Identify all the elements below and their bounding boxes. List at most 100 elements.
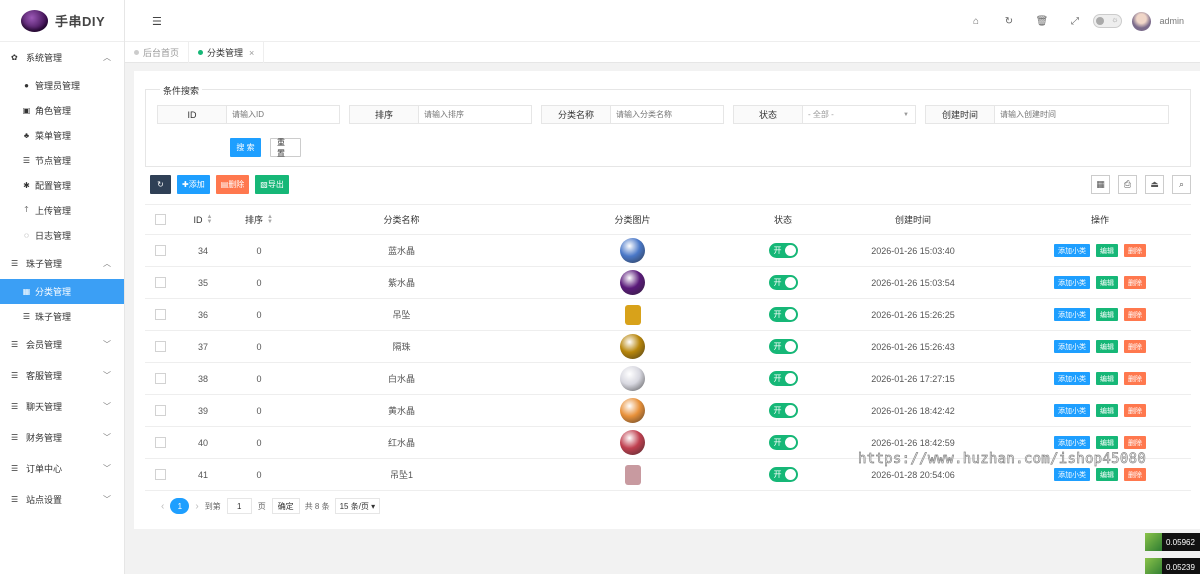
white-crystal-bead-thumbnail[interactable]	[620, 366, 645, 391]
sidebar-item-admin[interactable]: ● 管理员管理	[0, 73, 124, 98]
add-subcategory-button[interactable]: 添加小类	[1054, 436, 1090, 449]
sidebar-group-orders[interactable]: ☰ 订单中心 ﹀	[0, 453, 124, 484]
delete-button[interactable]: ▤ 删除	[215, 175, 250, 194]
sidebar-item-node[interactable]: ☰ 节点管理	[0, 148, 124, 173]
column-id[interactable]: ID ▲ ▼	[175, 205, 231, 234]
status-switch[interactable]: 开	[768, 371, 798, 386]
charm-pendant-thumbnail[interactable]	[624, 464, 641, 485]
theme-toggle[interactable]	[1093, 14, 1123, 28]
search-button[interactable]: 搜 索	[230, 138, 261, 157]
gold-spacer-bead-thumbnail[interactable]	[620, 334, 645, 359]
id-input[interactable]	[227, 106, 339, 123]
username[interactable]: admin	[1159, 16, 1184, 26]
sidebar-group-service[interactable]: ☰ 客服管理 ﹀	[0, 360, 124, 391]
edit-button[interactable]: 编辑	[1096, 308, 1118, 321]
add-subcategory-button[interactable]: 添加小类	[1054, 372, 1090, 385]
status-select[interactable]: - 全部 - ▼	[803, 106, 915, 123]
select-all-checkbox[interactable]	[154, 214, 166, 225]
refresh-icon[interactable]: ↻	[992, 16, 1025, 27]
goto-page-input[interactable]: 1	[226, 498, 252, 514]
table-row[interactable]: 37 0 隔珠 开 2026-01-26 15:26:43 添加小类 编辑 删除	[145, 331, 1191, 363]
home-icon[interactable]: ⌂	[959, 16, 992, 27]
sidebar-item-upload[interactable]: 🡑 上传管理	[0, 198, 124, 223]
citrine-bead-thumbnail[interactable]	[620, 398, 645, 423]
row-checkbox[interactable]	[154, 373, 166, 384]
goto-confirm-button[interactable]: 确定	[271, 498, 300, 514]
add-subcategory-button[interactable]: 添加小类	[1054, 244, 1090, 257]
row-checkbox[interactable]	[154, 245, 166, 256]
column-sort[interactable]: 排序 ▲ ▼	[231, 205, 287, 234]
print-icon[interactable]: ⎙	[1118, 175, 1137, 194]
sidebar-group-system[interactable]: ✿ 系统管理 ︿	[0, 42, 124, 73]
gold-pendant-thumbnail[interactable]	[624, 304, 641, 325]
tab-home[interactable]: 后台首页	[125, 42, 190, 63]
current-page[interactable]: 1	[170, 498, 190, 514]
row-checkbox[interactable]	[154, 341, 166, 352]
row-checkbox[interactable]	[154, 469, 166, 480]
row-delete-button[interactable]: 删除	[1124, 468, 1146, 481]
sort-input[interactable]	[419, 106, 531, 123]
time-input[interactable]	[995, 106, 1168, 123]
search-icon[interactable]: ⌕	[1172, 175, 1191, 194]
sidebar-group-beads[interactable]: ☰ 珠子管理 ︿	[0, 248, 124, 279]
table-row[interactable]: 38 0 白水晶 开 2026-01-26 17:27:15 添加小类 编辑 删除	[145, 363, 1191, 395]
row-delete-button[interactable]: 删除	[1124, 276, 1146, 289]
row-delete-button[interactable]: 删除	[1124, 340, 1146, 353]
sidebar-item-role[interactable]: ▣ 角色管理	[0, 98, 124, 123]
sidebar-group-finance[interactable]: ☰ 财务管理 ﹀	[0, 422, 124, 453]
sidebar-item-log[interactable]: ◌ 日志管理	[0, 223, 124, 248]
status-switch[interactable]: 开	[768, 339, 798, 354]
add-subcategory-button[interactable]: 添加小类	[1054, 468, 1090, 481]
table-row[interactable]: 35 0 紫水晶 开 2026-01-26 15:03:54 添加小类 编辑 删除	[145, 267, 1191, 299]
edit-button[interactable]: 编辑	[1096, 276, 1118, 289]
table-row[interactable]: 36 0 吊坠 开 2026-01-26 15:26:25 添加小类 编辑 删除	[145, 299, 1191, 331]
close-icon[interactable]: ×	[249, 48, 254, 58]
row-delete-button[interactable]: 删除	[1124, 404, 1146, 417]
prev-page-icon[interactable]: ‹	[161, 501, 164, 512]
row-delete-button[interactable]: 删除	[1124, 436, 1146, 449]
row-checkbox[interactable]	[154, 309, 166, 320]
export-button[interactable]: ▧ 导出	[255, 175, 289, 194]
menu-toggle-icon[interactable]: ☰	[152, 15, 162, 28]
edit-button[interactable]: 编辑	[1096, 372, 1118, 385]
add-subcategory-button[interactable]: 添加小类	[1054, 276, 1090, 289]
row-delete-button[interactable]: 删除	[1124, 244, 1146, 257]
sidebar-group-site[interactable]: ☰ 站点设置 ﹀	[0, 484, 124, 515]
status-switch[interactable]: 开	[768, 467, 798, 482]
next-page-icon[interactable]: ›	[195, 501, 198, 512]
sidebar-item-config[interactable]: ✱ 配置管理	[0, 173, 124, 198]
add-subcategory-button[interactable]: 添加小类	[1054, 404, 1090, 417]
add-subcategory-button[interactable]: 添加小类	[1054, 340, 1090, 353]
logo[interactable]: 手串DIY	[0, 0, 124, 42]
red-crystal-bead-thumbnail[interactable]	[620, 430, 645, 455]
table-row[interactable]: 39 0 黄水晶 开 2026-01-26 18:42:42 添加小类 编辑 删除	[145, 395, 1191, 427]
sidebar-item-category[interactable]: ▦ 分类管理	[0, 279, 124, 304]
avatar[interactable]	[1132, 11, 1152, 31]
status-switch[interactable]: 开	[768, 403, 798, 418]
sort-icon[interactable]: ▲ ▼	[207, 214, 213, 225]
sidebar-group-chat[interactable]: ☰ 聊天管理 ﹀	[0, 391, 124, 422]
export-icon[interactable]: ⏏	[1145, 175, 1164, 194]
row-checkbox[interactable]	[154, 277, 166, 288]
trash-icon[interactable]: 🗑	[1025, 16, 1058, 27]
blue-crystal-bead-thumbnail[interactable]	[620, 238, 645, 263]
columns-icon[interactable]: ▦	[1091, 175, 1110, 194]
name-input[interactable]	[611, 106, 723, 123]
row-checkbox[interactable]	[154, 405, 166, 416]
row-delete-button[interactable]: 删除	[1124, 308, 1146, 321]
sidebar-item-menu[interactable]: ♣ 菜单管理	[0, 123, 124, 148]
status-switch[interactable]: 开	[768, 275, 798, 290]
edit-button[interactable]: 编辑	[1096, 340, 1118, 353]
add-subcategory-button[interactable]: 添加小类	[1054, 308, 1090, 321]
purple-crystal-bead-thumbnail[interactable]	[620, 270, 645, 295]
row-delete-button[interactable]: 删除	[1124, 372, 1146, 385]
sidebar-group-member[interactable]: ☰ 会员管理 ﹀	[0, 329, 124, 360]
tab-category[interactable]: 分类管理 ×	[189, 42, 265, 63]
edit-button[interactable]: 编辑	[1096, 436, 1118, 449]
sidebar-item-beads[interactable]: ☰ 珠子管理	[0, 304, 124, 329]
edit-button[interactable]: 编辑	[1096, 468, 1118, 481]
status-switch[interactable]: 开	[768, 307, 798, 322]
fullscreen-icon[interactable]: ⤢	[1058, 16, 1091, 27]
status-switch[interactable]: 开	[768, 435, 798, 450]
row-checkbox[interactable]	[154, 437, 166, 448]
